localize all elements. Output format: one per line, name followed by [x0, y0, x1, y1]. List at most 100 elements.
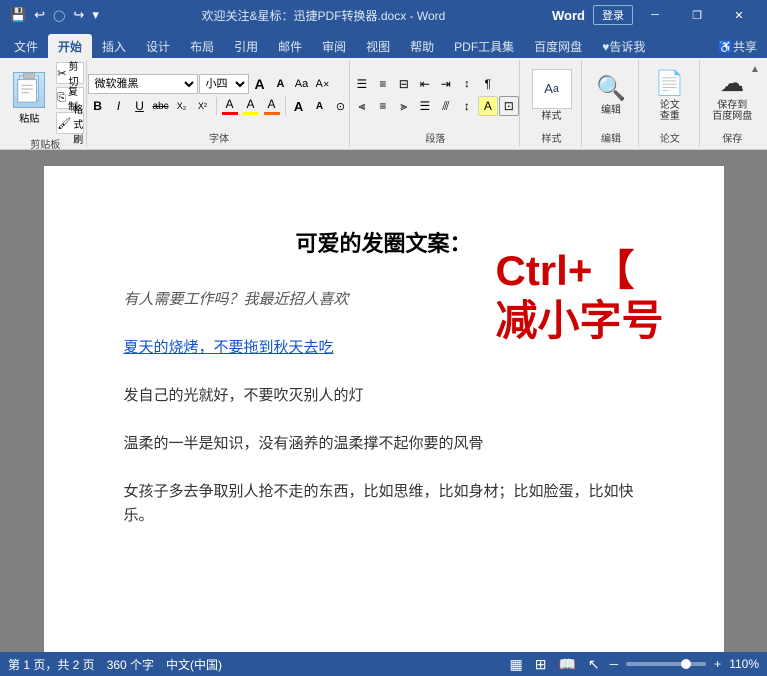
thesis-check-button[interactable]: 📄 论文 查重 — [644, 65, 696, 125]
subscript-button[interactable]: X₂ — [172, 96, 192, 116]
increase-indent-button[interactable]: ⇥ — [436, 74, 456, 94]
tab-view[interactable]: 视图 — [356, 34, 400, 58]
save-baidu-label: 保存到 百度网盘 — [712, 100, 752, 122]
restore-button[interactable]: ❐ — [677, 0, 717, 30]
clipboard-group: 粘贴 ✂ 剪切 ⎘ 复制 🖌 格式刷 剪贴板 — [4, 60, 87, 147]
show-marks-button[interactable]: ¶ — [478, 74, 498, 94]
status-bar: 第 1 页，共 2 页 360 个字 中文(中国) ▦ ⊞ 📖 ↖ ─ + 11… — [0, 652, 767, 676]
edit-label: 编辑 — [601, 105, 621, 116]
highlight-button[interactable]: A — [241, 96, 261, 116]
zoom-slider[interactable] — [626, 662, 706, 666]
change-case-button[interactable]: Aa — [292, 74, 312, 94]
bold-button[interactable]: B — [88, 96, 108, 116]
zoom-plus-button[interactable]: + — [714, 657, 721, 671]
paste-label: 粘贴 — [19, 110, 39, 125]
style-button[interactable]: Aa 样式 — [526, 65, 578, 125]
tab-baidu[interactable]: 百度网盘 — [524, 34, 592, 58]
ribbon-collapse-button[interactable]: ▲ — [747, 62, 763, 76]
tab-home[interactable]: 开始 — [48, 34, 92, 58]
title-bar-right: Word 登录 ─ ❐ ✕ — [546, 0, 759, 30]
close-button[interactable]: ✕ — [719, 0, 759, 30]
bullets-button[interactable]: ☰ — [352, 74, 372, 94]
font-size-dec2-button[interactable]: A — [310, 96, 330, 116]
edit-button[interactable]: 🔍 编辑 — [587, 65, 635, 125]
document-area: 可爱的发圈文案： 有人需要工作吗？我最近招人喜欢 夏天的烧烤，不要拖到秋天去吃 … — [0, 150, 767, 652]
thesis-check-icon: 📄 — [655, 69, 685, 98]
underline-button[interactable]: U — [130, 96, 150, 116]
separator — [216, 97, 217, 115]
format-painter-label: 格式刷 — [73, 101, 83, 146]
column-button[interactable]: ⫻ — [436, 96, 456, 116]
save-icon[interactable]: 💾 — [8, 7, 28, 23]
paste-button[interactable]: 粘贴 — [6, 62, 52, 134]
justify-button[interactable]: ☰ — [415, 96, 435, 116]
shortcut-overlay: Ctrl+【 减小字号 — [495, 246, 663, 347]
tab-share[interactable]: ♿共享 — [708, 34, 767, 58]
align-center-button[interactable]: ≡ — [373, 96, 393, 116]
style-icon: Aa — [532, 69, 572, 109]
paragraph-3: 发自己的光就好，不要吹灭别人的灯 — [124, 384, 644, 408]
zoom-level: 110% — [729, 657, 759, 671]
highlight-icon: A — [247, 97, 255, 111]
font-row-1: 微软雅黑 小四 四号 小三 三号 A A Aa A✕ — [88, 74, 351, 94]
text-color-button[interactable]: A — [262, 96, 282, 116]
tab-mailings[interactable]: 邮件 — [268, 34, 312, 58]
copy-icon: ⎘ — [57, 92, 66, 105]
align-right-button[interactable]: ⫸ — [394, 96, 414, 116]
font-size-inc2-button[interactable]: A — [289, 96, 309, 116]
thesis-group: 📄 论文 查重 论文 — [641, 60, 700, 147]
undo-circle-icon[interactable]: ◯ — [51, 9, 67, 22]
format-painter-button[interactable]: 🖌 格式刷 — [56, 112, 84, 134]
clear-formatting-button[interactable]: A✕ — [313, 74, 333, 94]
font-row-2: B I U abc X₂ X² A A A — [88, 96, 351, 116]
font-color-icon: A — [226, 97, 234, 111]
tab-tell-me[interactable]: ♥告诉我 — [592, 34, 655, 58]
print-view-button[interactable]: ▦ — [508, 656, 525, 673]
numbering-button[interactable]: ≡ — [373, 74, 393, 94]
web-view-button[interactable]: ⊞ — [533, 656, 549, 673]
ribbon-tabs: 文件 开始 插入 设计 布局 引用 邮件 审阅 视图 帮助 PDF工具集 百度网… — [0, 30, 767, 58]
shading-button[interactable]: A — [478, 96, 498, 116]
strikethrough-button[interactable]: abc — [151, 96, 171, 116]
font-name-select[interactable]: 微软雅黑 — [88, 74, 198, 94]
font-color-button[interactable]: A — [220, 96, 240, 116]
tab-design[interactable]: 设计 — [136, 34, 180, 58]
line-spacing-button[interactable]: ↕ — [457, 96, 477, 116]
edit-group: 🔍 编辑 编辑 — [584, 60, 639, 147]
login-button[interactable]: 登录 — [593, 5, 633, 25]
sort-button[interactable]: ↕ — [457, 74, 477, 94]
style-group: Aa 样式 样式 — [522, 60, 582, 147]
tab-help[interactable]: 帮助 — [400, 34, 444, 58]
align-left-button[interactable]: ⫷ — [352, 96, 372, 116]
font-size-select[interactable]: 小四 四号 小三 三号 — [199, 74, 249, 94]
highlight-indicator — [243, 112, 259, 115]
language: 中文(中国) — [166, 656, 222, 673]
undo-icon[interactable]: ↩ — [32, 7, 47, 23]
increase-font-size-button[interactable]: A — [250, 74, 270, 94]
zoom-minus-button[interactable]: ─ — [610, 657, 619, 671]
tab-review[interactable]: 审阅 — [312, 34, 356, 58]
separator2 — [285, 97, 286, 115]
tab-insert[interactable]: 插入 — [92, 34, 136, 58]
status-right: ▦ ⊞ 📖 ↖ ─ + 110% — [508, 656, 759, 673]
tab-file[interactable]: 文件 — [4, 34, 48, 58]
tab-pdf-tools[interactable]: PDF工具集 — [444, 34, 524, 58]
thesis-check-label: 论文 查重 — [660, 100, 680, 122]
decrease-font-size-button[interactable]: A — [271, 74, 291, 94]
circle-btn[interactable]: ⊙ — [331, 96, 351, 116]
format-painter-icon: 🖌 — [57, 117, 71, 130]
minimize-button[interactable]: ─ — [635, 0, 675, 30]
border-button[interactable]: ⊡ — [499, 96, 519, 116]
edit-group-label-bottom: 编辑 — [601, 130, 621, 145]
text-color-indicator — [264, 112, 280, 115]
quick-access-dropdown-icon[interactable]: ▾ — [90, 7, 101, 23]
outline-list-button[interactable]: ⊟ — [394, 74, 414, 94]
italic-button[interactable]: I — [109, 96, 129, 116]
decrease-indent-button[interactable]: ⇤ — [415, 74, 435, 94]
cut-button[interactable]: ✂ 剪切 — [56, 62, 84, 84]
redo-icon[interactable]: ↪ — [71, 7, 86, 23]
superscript-button[interactable]: X² — [193, 96, 213, 116]
tab-layout[interactable]: 布局 — [180, 34, 224, 58]
tab-references[interactable]: 引用 — [224, 34, 268, 58]
read-view-button[interactable]: 📖 — [556, 656, 577, 673]
